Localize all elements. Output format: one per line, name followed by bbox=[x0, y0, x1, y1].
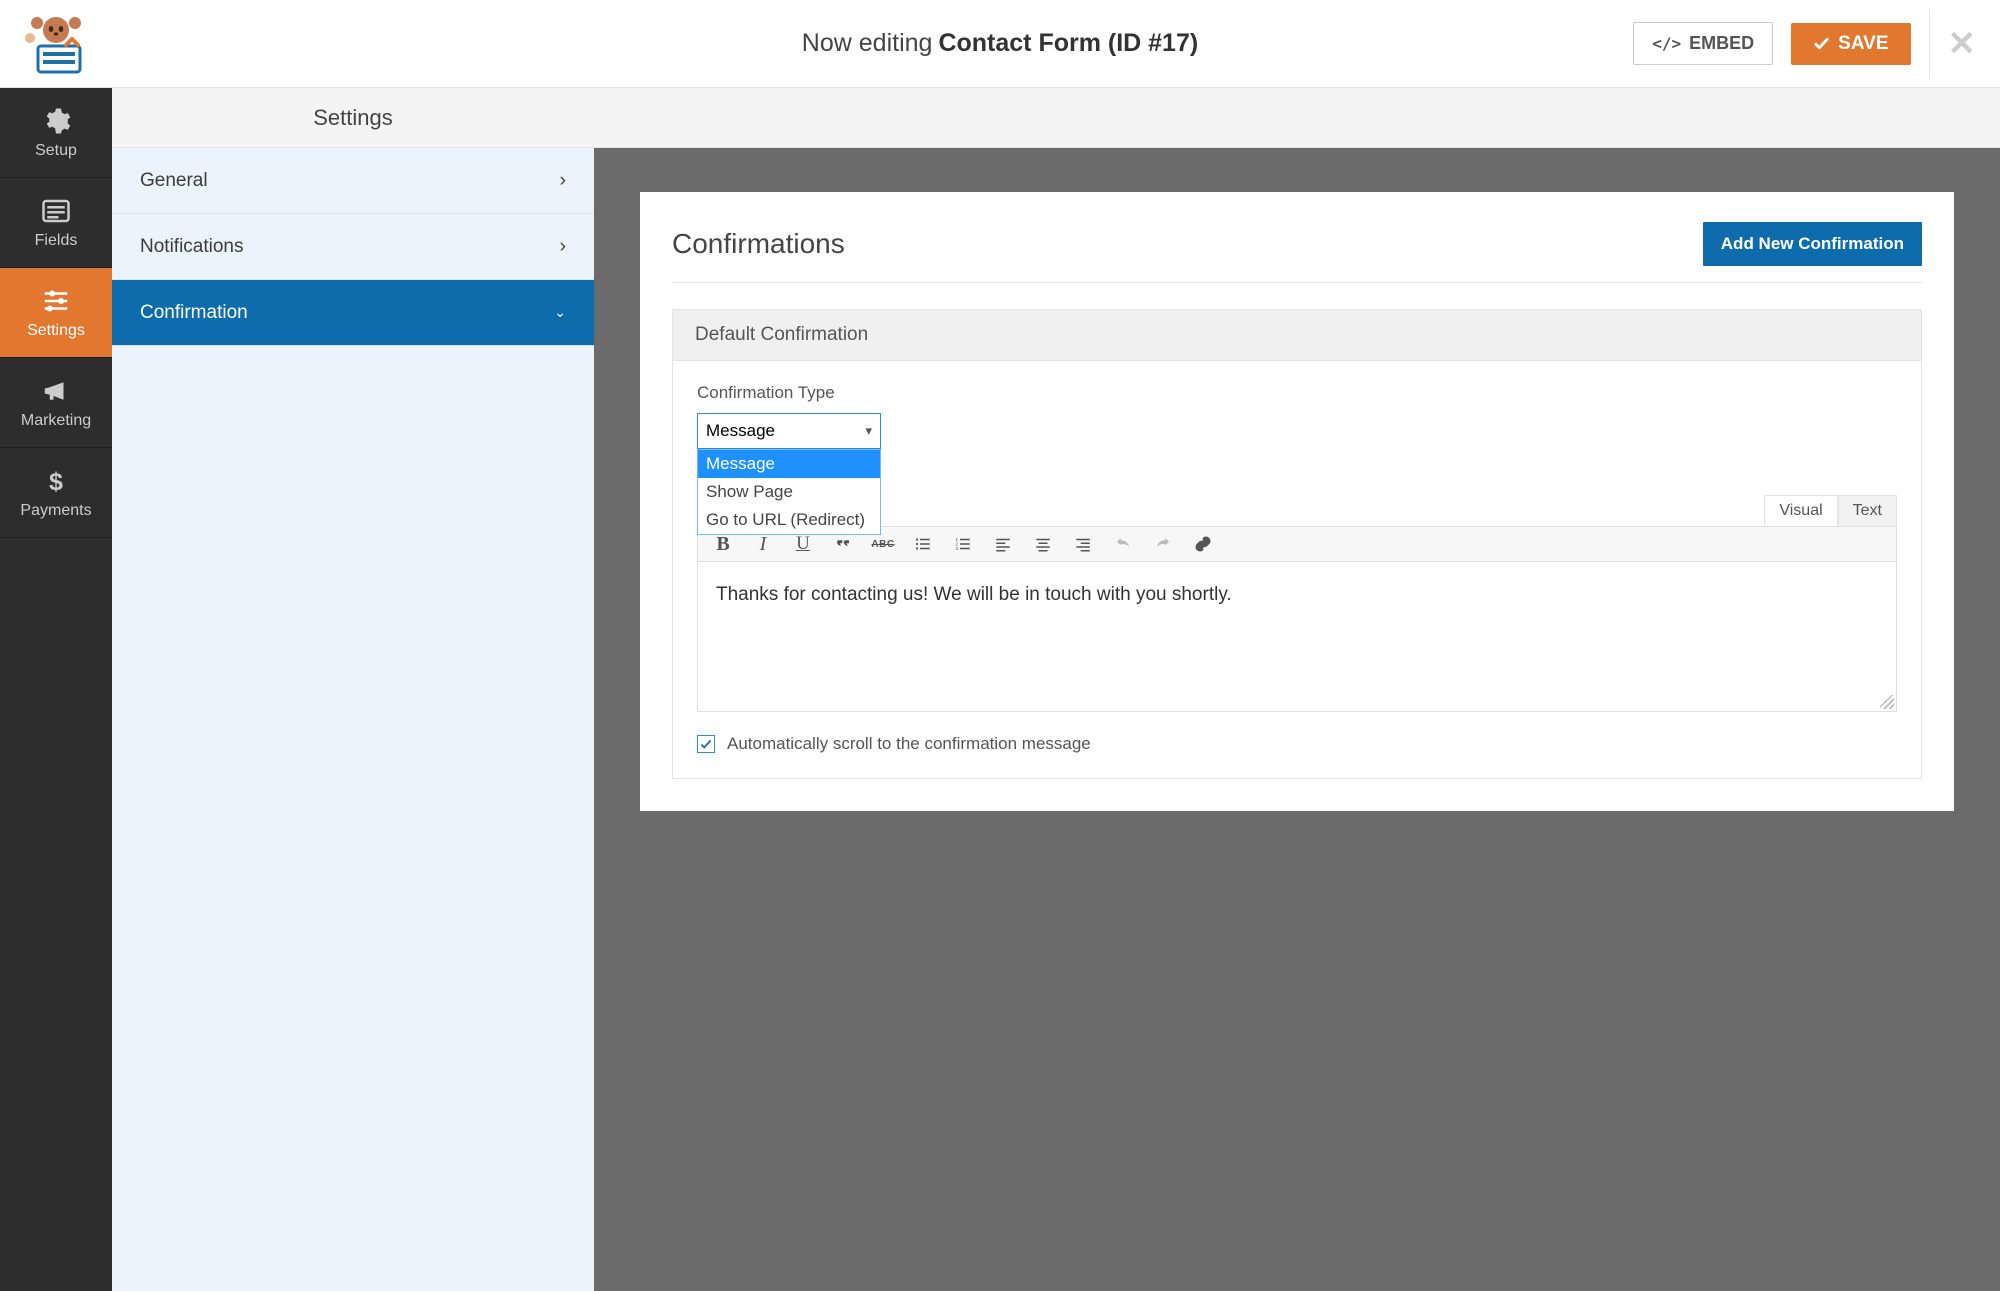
sidebar-item-setup[interactable]: Setup bbox=[0, 88, 112, 178]
confirmation-type-label: Confirmation Type bbox=[697, 383, 1897, 403]
code-icon: </> bbox=[1652, 34, 1681, 53]
main-column: Confirmations Add New Confirmation Defau… bbox=[594, 88, 2000, 1291]
settings-nav-label: General bbox=[140, 170, 208, 192]
chevron-down-icon: ⌄ bbox=[554, 304, 566, 321]
align-left-button[interactable] bbox=[992, 533, 1014, 555]
blockquote-button[interactable] bbox=[832, 533, 854, 555]
confirmation-type-selected: Message bbox=[706, 421, 775, 441]
svg-text:$: $ bbox=[49, 467, 63, 495]
strikethrough-button[interactable]: ABC bbox=[872, 533, 894, 555]
sidebar-item-label: Settings bbox=[27, 322, 85, 340]
italic-button[interactable]: I bbox=[752, 533, 774, 555]
resize-handle[interactable] bbox=[1880, 695, 1894, 709]
confirmation-type-option-message[interactable]: Message bbox=[698, 450, 880, 478]
chevron-right-icon: › bbox=[560, 236, 566, 258]
divider bbox=[1929, 9, 1930, 79]
checkmark-icon bbox=[699, 737, 713, 751]
settings-subnav: General › Notifications › Confirmation ⌄ bbox=[112, 148, 594, 1291]
form-name: Contact Form (ID #17) bbox=[938, 29, 1198, 58]
align-center-button[interactable] bbox=[1032, 533, 1054, 555]
panel-title: Settings bbox=[112, 88, 594, 148]
redo-icon bbox=[1154, 535, 1172, 553]
wpforms-logo-icon bbox=[24, 12, 88, 76]
align-right-button[interactable] bbox=[1072, 533, 1094, 555]
numbered-list-button[interactable]: 123 bbox=[952, 533, 974, 555]
sidebar-item-label: Setup bbox=[35, 142, 77, 160]
confirmation-box-title: Default Confirmation bbox=[673, 310, 1921, 361]
confirmation-type-select[interactable]: Message bbox=[697, 413, 881, 449]
auto-scroll-label: Automatically scroll to the confirmation… bbox=[727, 734, 1091, 754]
save-button[interactable]: SAVE bbox=[1791, 23, 1910, 65]
content-area: Confirmations Add New Confirmation Defau… bbox=[594, 148, 2000, 1291]
quote-icon bbox=[834, 535, 852, 553]
sidebar-item-label: Fields bbox=[35, 232, 78, 250]
align-right-icon bbox=[1074, 535, 1092, 553]
body: Setup Fields Settings Marketing $ Paymen… bbox=[0, 88, 2000, 1291]
align-center-icon bbox=[1034, 535, 1052, 553]
topbar-title: Now editing Contact Form (ID #17) bbox=[802, 29, 1198, 58]
auto-scroll-checkbox[interactable] bbox=[697, 735, 715, 753]
add-confirmation-button[interactable]: Add New Confirmation bbox=[1703, 222, 1922, 266]
sidebar-item-payments[interactable]: $ Payments bbox=[0, 448, 112, 538]
redo-button[interactable] bbox=[1152, 533, 1174, 555]
message-editor-content: Thanks for contacting us! We will be in … bbox=[716, 584, 1232, 605]
sidebar-fill bbox=[0, 538, 112, 1291]
check-icon bbox=[1813, 35, 1830, 52]
svg-text:3: 3 bbox=[956, 546, 959, 551]
sidebar-item-marketing[interactable]: Marketing bbox=[0, 358, 112, 448]
settings-nav-confirmation[interactable]: Confirmation ⌄ bbox=[112, 280, 594, 346]
editor-tab-visual[interactable]: Visual bbox=[1764, 495, 1837, 526]
gear-icon bbox=[41, 106, 71, 136]
settings-panel: Settings General › Notifications › Confi… bbox=[112, 88, 594, 1291]
confirmation-type-option-redirect[interactable]: Go to URL (Redirect) bbox=[698, 506, 880, 534]
confirmation-type-select-wrap: Message Message Show Page Go to URL (Red… bbox=[697, 413, 881, 449]
undo-button[interactable] bbox=[1112, 533, 1134, 555]
ul-icon bbox=[914, 535, 932, 553]
confirmation-box-body: Confirmation Type Message Message Show P… bbox=[673, 361, 1921, 778]
confirmations-heading: Confirmations bbox=[672, 228, 845, 260]
sliders-icon bbox=[41, 286, 71, 316]
sidebar-item-fields[interactable]: Fields bbox=[0, 178, 112, 268]
settings-nav-general[interactable]: General › bbox=[112, 148, 594, 214]
dollar-icon: $ bbox=[41, 466, 71, 496]
topbar-actions: </> EMBED SAVE ✕ bbox=[1633, 9, 2000, 79]
panel-title-right bbox=[594, 88, 2000, 148]
now-editing-prefix: Now editing bbox=[802, 29, 933, 58]
bold-button[interactable]: B bbox=[712, 533, 734, 555]
logo bbox=[0, 12, 112, 76]
settings-nav-notifications[interactable]: Notifications › bbox=[112, 214, 594, 280]
link-icon bbox=[1194, 535, 1212, 553]
embed-button[interactable]: </> EMBED bbox=[1633, 22, 1773, 65]
editor-tab-text[interactable]: Text bbox=[1838, 495, 1897, 526]
settings-nav-label: Notifications bbox=[140, 236, 244, 258]
settings-nav-label: Confirmation bbox=[140, 302, 248, 324]
confirmation-type-option-showpage[interactable]: Show Page bbox=[698, 478, 880, 506]
auto-scroll-row: Automatically scroll to the confirmation… bbox=[697, 734, 1897, 754]
sidebar: Setup Fields Settings Marketing $ Paymen… bbox=[0, 88, 112, 1291]
embed-button-label: EMBED bbox=[1689, 33, 1754, 54]
save-button-label: SAVE bbox=[1838, 33, 1888, 55]
confirmations-card: Confirmations Add New Confirmation Defau… bbox=[640, 192, 1954, 811]
bullhorn-icon bbox=[41, 376, 71, 406]
topbar: Now editing Contact Form (ID #17) </> EM… bbox=[0, 0, 2000, 88]
confirmation-box: Default Confirmation Confirmation Type M… bbox=[672, 309, 1922, 779]
close-button[interactable]: ✕ bbox=[1948, 27, 1977, 61]
bullet-list-button[interactable] bbox=[912, 533, 934, 555]
ol-icon: 123 bbox=[954, 535, 972, 553]
sidebar-item-label: Payments bbox=[20, 502, 91, 520]
link-button[interactable] bbox=[1192, 533, 1214, 555]
underline-button[interactable]: U bbox=[792, 533, 814, 555]
chevron-right-icon: › bbox=[560, 170, 566, 192]
align-left-icon bbox=[994, 535, 1012, 553]
list-icon bbox=[41, 196, 71, 226]
card-header: Confirmations Add New Confirmation bbox=[672, 222, 1922, 283]
confirmation-type-dropdown: Message Show Page Go to URL (Redirect) bbox=[697, 449, 881, 535]
sidebar-item-label: Marketing bbox=[21, 412, 91, 430]
undo-icon bbox=[1114, 535, 1132, 553]
message-editor[interactable]: Thanks for contacting us! We will be in … bbox=[697, 562, 1897, 712]
sidebar-item-settings[interactable]: Settings bbox=[0, 268, 112, 358]
